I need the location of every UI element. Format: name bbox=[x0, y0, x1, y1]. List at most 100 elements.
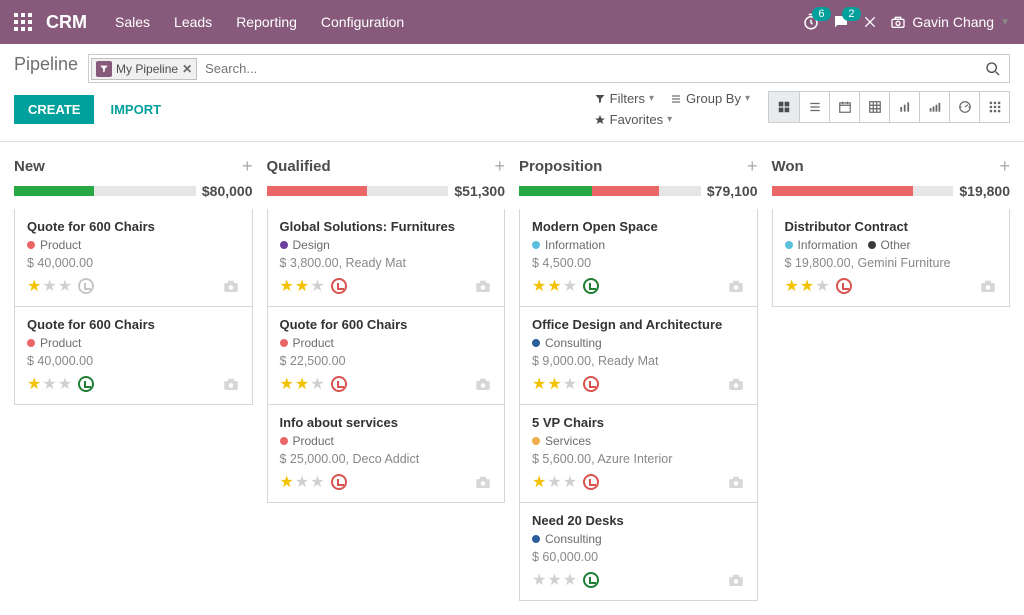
star-icon[interactable]: ★ bbox=[42, 374, 56, 394]
star-icon[interactable]: ★ bbox=[310, 374, 324, 394]
add-card-icon[interactable]: + bbox=[999, 156, 1010, 177]
star-icon[interactable]: ★ bbox=[42, 276, 56, 296]
camera-icon[interactable] bbox=[727, 278, 745, 294]
star-icon[interactable]: ★ bbox=[27, 276, 41, 296]
star-icon[interactable]: ★ bbox=[27, 374, 41, 394]
star-icon[interactable]: ★ bbox=[310, 472, 324, 492]
view-kanban[interactable] bbox=[769, 92, 799, 122]
camera-icon[interactable] bbox=[474, 376, 492, 392]
star-icon[interactable]: ★ bbox=[532, 276, 546, 296]
star-icon[interactable]: ★ bbox=[563, 374, 577, 394]
star-icon[interactable]: ★ bbox=[280, 276, 294, 296]
kanban-card[interactable]: Distributor ContractInformationOther$ 19… bbox=[772, 209, 1011, 307]
star-icon[interactable]: ★ bbox=[532, 374, 546, 394]
camera-icon[interactable] bbox=[474, 278, 492, 294]
kanban-card[interactable]: Global Solutions: FurnituresDesign$ 3,80… bbox=[267, 209, 506, 307]
card-subtitle: $ 40,000.00 bbox=[27, 256, 240, 270]
camera-icon[interactable] bbox=[727, 474, 745, 490]
kanban-card[interactable]: Quote for 600 ChairsProduct$ 22,500.00★★… bbox=[267, 307, 506, 405]
star-icon[interactable]: ★ bbox=[295, 276, 309, 296]
search-icon[interactable] bbox=[977, 61, 1009, 77]
star-icon[interactable]: ★ bbox=[547, 472, 561, 492]
kanban-card[interactable]: Info about servicesProduct$ 25,000.00, D… bbox=[267, 405, 506, 503]
activity-clock-icon[interactable] bbox=[836, 278, 852, 294]
kanban-card[interactable]: Need 20 DesksConsulting$ 60,000.00★★★ bbox=[519, 503, 758, 601]
star-icon[interactable]: ★ bbox=[532, 472, 546, 492]
camera-icon[interactable] bbox=[727, 572, 745, 588]
star-icon[interactable]: ★ bbox=[58, 276, 72, 296]
star-icon[interactable]: ★ bbox=[532, 570, 546, 590]
kanban-card[interactable]: Quote for 600 ChairsProduct$ 40,000.00★★… bbox=[14, 209, 253, 307]
search-input[interactable] bbox=[199, 55, 977, 82]
card-tag: Consulting bbox=[532, 532, 602, 546]
activity-clock-icon[interactable] bbox=[331, 376, 347, 392]
kanban-card[interactable]: Quote for 600 ChairsProduct$ 40,000.00★★… bbox=[14, 307, 253, 405]
star-icon[interactable]: ★ bbox=[280, 374, 294, 394]
star-icon[interactable]: ★ bbox=[563, 472, 577, 492]
create-button[interactable]: CREATE bbox=[14, 95, 94, 124]
star-icon[interactable]: ★ bbox=[547, 570, 561, 590]
view-calendar[interactable] bbox=[829, 92, 859, 122]
star-icon[interactable]: ★ bbox=[295, 374, 309, 394]
activity-clock-icon[interactable] bbox=[583, 278, 599, 294]
apps-icon[interactable] bbox=[6, 5, 40, 39]
chip-remove-icon[interactable]: ✕ bbox=[182, 62, 192, 76]
filters-dropdown[interactable]: Filters▾ bbox=[594, 91, 654, 106]
menu-configuration[interactable]: Configuration bbox=[311, 2, 414, 42]
user-menu[interactable]: Gavin Chang ▼ bbox=[890, 14, 1010, 30]
activity-clock-icon[interactable] bbox=[583, 474, 599, 490]
star-icon[interactable]: ★ bbox=[563, 570, 577, 590]
import-button[interactable]: IMPORT bbox=[100, 95, 171, 124]
star-icon[interactable]: ★ bbox=[547, 276, 561, 296]
activity-clock-icon[interactable] bbox=[583, 376, 599, 392]
kanban-column: Won+$19,800Distributor ContractInformati… bbox=[772, 156, 1011, 307]
camera-icon[interactable] bbox=[222, 278, 240, 294]
card-title: Global Solutions: Furnitures bbox=[280, 219, 493, 234]
activity-clock-icon[interactable] bbox=[78, 376, 94, 392]
add-card-icon[interactable]: + bbox=[747, 156, 758, 177]
camera-icon[interactable] bbox=[727, 376, 745, 392]
brand[interactable]: CRM bbox=[40, 12, 105, 33]
star-icon[interactable]: ★ bbox=[295, 472, 309, 492]
view-switcher bbox=[768, 91, 1010, 123]
card-title: Info about services bbox=[280, 415, 493, 430]
view-cohort[interactable] bbox=[919, 92, 949, 122]
menu-leads[interactable]: Leads bbox=[164, 2, 222, 42]
kanban-card[interactable]: Office Design and ArchitectureConsulting… bbox=[519, 307, 758, 405]
messages-icon[interactable]: 2 bbox=[832, 13, 850, 31]
star-icon[interactable]: ★ bbox=[563, 276, 577, 296]
menu-sales[interactable]: Sales bbox=[105, 2, 160, 42]
timer-icon[interactable]: 6 bbox=[802, 13, 820, 31]
view-graph[interactable] bbox=[889, 92, 919, 122]
view-activity[interactable] bbox=[979, 92, 1009, 122]
kanban-card[interactable]: Modern Open SpaceInformation$ 4,500.00★★… bbox=[519, 209, 758, 307]
menu-reporting[interactable]: Reporting bbox=[226, 2, 307, 42]
progress-bar bbox=[772, 186, 954, 196]
star-icon[interactable]: ★ bbox=[310, 276, 324, 296]
camera-icon[interactable] bbox=[979, 278, 997, 294]
tools-icon[interactable] bbox=[862, 14, 878, 30]
favorites-dropdown[interactable]: Favorites▾ bbox=[594, 112, 673, 127]
view-pivot[interactable] bbox=[859, 92, 889, 122]
activity-clock-icon[interactable] bbox=[78, 278, 94, 294]
add-card-icon[interactable]: + bbox=[242, 156, 253, 177]
view-dashboard[interactable] bbox=[949, 92, 979, 122]
activity-clock-icon[interactable] bbox=[583, 572, 599, 588]
add-card-icon[interactable]: + bbox=[494, 156, 505, 177]
activity-clock-icon[interactable] bbox=[331, 474, 347, 490]
star-icon[interactable]: ★ bbox=[58, 374, 72, 394]
kanban-card[interactable]: 5 VP ChairsServices$ 5,600.00, Azure Int… bbox=[519, 405, 758, 503]
camera-icon[interactable] bbox=[474, 474, 492, 490]
column-total: $79,100 bbox=[707, 183, 758, 199]
star-icon[interactable]: ★ bbox=[547, 374, 561, 394]
star-icon[interactable]: ★ bbox=[800, 276, 814, 296]
view-list[interactable] bbox=[799, 92, 829, 122]
star-icon[interactable]: ★ bbox=[280, 472, 294, 492]
groupby-dropdown[interactable]: Group By▾ bbox=[670, 91, 750, 106]
activity-clock-icon[interactable] bbox=[331, 278, 347, 294]
page-title: Pipeline bbox=[14, 54, 78, 75]
star-icon[interactable]: ★ bbox=[785, 276, 799, 296]
camera-icon[interactable] bbox=[222, 376, 240, 392]
star-icon[interactable]: ★ bbox=[815, 276, 829, 296]
search-chip[interactable]: My Pipeline ✕ bbox=[91, 58, 197, 80]
